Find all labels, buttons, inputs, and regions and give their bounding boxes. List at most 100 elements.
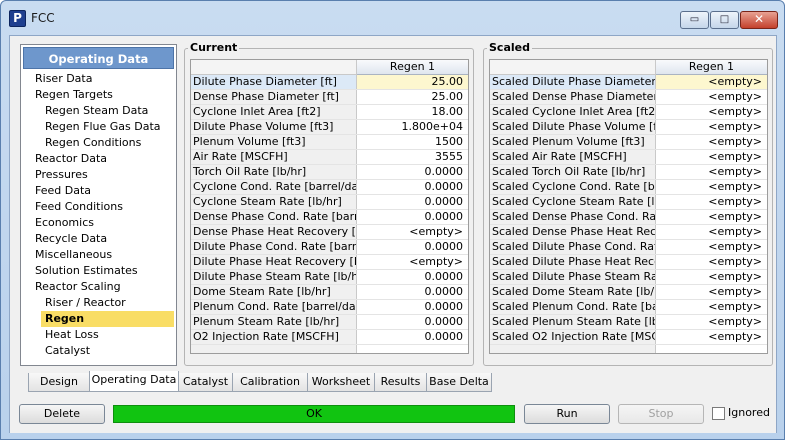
scaled-row-value-cell[interactable]: <empty> (656, 300, 767, 314)
tab-operating-data[interactable]: Operating Data (89, 371, 179, 392)
scaled-row-label: Scaled Dilute Phase Diameter [ft] (490, 75, 656, 89)
current-row-value-cell[interactable]: 1.800e+04 (357, 120, 468, 134)
scaled-row-label: Scaled Dense Phase Cond. Rate [barrel/da… (490, 210, 656, 224)
run-button[interactable]: Run (524, 404, 610, 424)
current-row-value-cell[interactable]: 25.00 (357, 75, 468, 89)
delete-button[interactable]: Delete (19, 404, 105, 424)
current-row-value-cell[interactable]: 0.0000 (357, 210, 468, 224)
close-button[interactable]: ✕ (740, 11, 778, 29)
current-row: Dilute Phase Heat Recovery [MMBtu/hr]<em… (191, 255, 468, 270)
nav-item-miscellaneous[interactable]: Miscellaneous (31, 247, 176, 263)
grid-filler-label (191, 345, 357, 353)
current-row-value-cell[interactable]: 0.0000 (357, 300, 468, 314)
current-row-value-cell[interactable]: <empty> (357, 225, 468, 239)
scaled-row-value-cell[interactable]: <empty> (656, 90, 767, 104)
scaled-row-value-cell[interactable]: <empty> (656, 105, 767, 119)
current-row-value-cell[interactable]: 1500 (357, 135, 468, 149)
scaled-row-value-cell[interactable]: <empty> (656, 180, 767, 194)
tab-worksheet[interactable]: Worksheet (307, 373, 375, 392)
current-row-value-cell[interactable]: 0.0000 (357, 180, 468, 194)
nav-item-reactor-scaling[interactable]: Reactor Scaling (31, 279, 176, 295)
minimize-button[interactable]: ▭ (680, 11, 709, 29)
scaled-row-value-cell[interactable]: <empty> (656, 315, 767, 329)
current-row: Plenum Volume [ft3] 1500 (191, 135, 468, 150)
scaled-row: Scaled Dense Phase Cond. Rate [barrel/da… (490, 210, 767, 225)
current-row-label: Cyclone Inlet Area [ft2] (191, 105, 357, 119)
current-row-value-cell[interactable]: <empty> (357, 255, 468, 269)
current-row-value-cell[interactable]: 0.0000 (357, 240, 468, 254)
scaled-row-label: Scaled Dome Steam Rate [lb/hr] (490, 285, 656, 299)
tab-calibration[interactable]: Calibration (232, 373, 308, 392)
nav-item-regen[interactable]: Regen (41, 311, 174, 327)
nav-item-regen-targets[interactable]: Regen Targets (31, 87, 176, 103)
current-row: Cyclone Cond. Rate [barrel/day] 0.0000 (191, 180, 468, 195)
scaled-row-label: Scaled O2 Injection Rate [MSCFH] (490, 330, 656, 344)
scaled-row-value-cell[interactable]: <empty> (656, 240, 767, 254)
scaled-row-value-cell[interactable]: <empty> (656, 120, 767, 134)
current-row-value-cell[interactable]: 0.0000 (357, 315, 468, 329)
nav-item-reactor-data[interactable]: Reactor Data (31, 151, 176, 167)
scaled-row-label: Scaled Plenum Volume [ft3] (490, 135, 656, 149)
scaled-row-label: Scaled Dilute Phase Steam Rate [lb/hr] (490, 270, 656, 284)
scaled-row-value-cell[interactable]: <empty> (656, 330, 767, 344)
current-row: Cyclone Steam Rate [lb/hr] 0.0000 (191, 195, 468, 210)
current-row: Torch Oil Rate [lb/hr] 0.0000 (191, 165, 468, 180)
scaled-row-value-cell[interactable]: <empty> (656, 225, 767, 239)
scaled-row-label: Scaled Dense Phase Heat Recovery [MMBtu/… (490, 225, 656, 239)
nav-item-feed-conditions[interactable]: Feed Conditions (31, 199, 176, 215)
scaled-row: Scaled Cyclone Steam Rate [lb/hr]<empty> (490, 195, 767, 210)
current-row-value-cell[interactable]: 25.00 (357, 90, 468, 104)
scaled-row-value-cell[interactable]: <empty> (656, 165, 767, 179)
stop-button[interactable]: Stop (618, 404, 704, 424)
ignored-checkbox[interactable] (712, 407, 725, 420)
current-row-value-cell[interactable]: 0.0000 (357, 330, 468, 344)
nav-item-feed-data[interactable]: Feed Data (31, 183, 176, 199)
nav-item-pressures[interactable]: Pressures (31, 167, 176, 183)
nav-item-economics[interactable]: Economics (31, 215, 176, 231)
nav-item-riser-reactor[interactable]: Riser / Reactor (41, 295, 176, 311)
tab-base-delta[interactable]: Base Delta (426, 373, 492, 392)
scaled-row: Scaled Plenum Volume [ft3] <empty> (490, 135, 767, 150)
scaled-row-value-cell[interactable]: <empty> (656, 195, 767, 209)
current-row-value-cell[interactable]: 18.00 (357, 105, 468, 119)
scaled-column-header[interactable]: Regen 1 (656, 60, 767, 75)
nav-item-heat-loss[interactable]: Heat Loss (41, 327, 176, 343)
scaled-row-value-cell[interactable]: <empty> (656, 75, 767, 89)
status-bar: OK (113, 405, 515, 423)
scaled-row-value-cell[interactable]: <empty> (656, 255, 767, 269)
current-row-value-cell[interactable]: 0.0000 (357, 195, 468, 209)
nav-item-regen-conditions[interactable]: Regen Conditions (41, 135, 176, 151)
maximize-icon: □ (719, 14, 730, 25)
current-column-header[interactable]: Regen 1 (357, 60, 468, 75)
current-row: Dilute Phase Steam Rate [lb/hr] 0.0000 (191, 270, 468, 285)
current-row-label: O2 Injection Rate [MSCFH] (191, 330, 357, 344)
tab-catalyst[interactable]: Catalyst (178, 373, 233, 392)
scaled-row-value-cell[interactable]: <empty> (656, 270, 767, 284)
tab-design[interactable]: Design (28, 373, 90, 392)
grid-filler-label (490, 345, 656, 353)
current-row-value-cell[interactable]: 0.0000 (357, 270, 468, 284)
tab-results[interactable]: Results (374, 373, 427, 392)
window-title: FCC (31, 11, 55, 25)
scaled-row-value-cell[interactable]: <empty> (656, 210, 767, 224)
current-row-value-cell[interactable]: 3555 (357, 150, 468, 164)
nav-item-solution-estimates[interactable]: Solution Estimates (31, 263, 176, 279)
current-row-value-cell[interactable]: 0.0000 (357, 285, 468, 299)
scaled-row-value-cell[interactable]: <empty> (656, 285, 767, 299)
scaled-grid-header: Regen 1 (490, 60, 767, 75)
scaled-row: Scaled Dilute Phase Diameter [ft]<empty> (490, 75, 767, 90)
current-row-value-cell[interactable]: 0.0000 (357, 165, 468, 179)
nav-item-riser-data[interactable]: Riser Data (31, 71, 176, 87)
scaled-row-label: Scaled Dilute Phase Cond. Rate [barrel/d… (490, 240, 656, 254)
nav-item-catalyst[interactable]: Catalyst (41, 343, 176, 359)
scaled-row: Scaled Plenum Steam Rate [lb/hr]<empty> (490, 315, 767, 330)
current-rows: Dilute Phase Diameter [ft] 25.00 Dense Pha… (191, 75, 468, 353)
title-bar[interactable]: P FCC ▭ □ ✕ (1, 1, 784, 35)
nav-item-regen-steam-data[interactable]: Regen Steam Data (41, 103, 176, 119)
nav-item-recycle-data[interactable]: Recycle Data (31, 231, 176, 247)
current-row-label: Dilute Phase Volume [ft3] (191, 120, 357, 134)
scaled-row-value-cell[interactable]: <empty> (656, 135, 767, 149)
maximize-button[interactable]: □ (710, 11, 739, 29)
scaled-row-value-cell[interactable]: <empty> (656, 150, 767, 164)
nav-item-regen-flue-gas-data[interactable]: Regen Flue Gas Data (41, 119, 176, 135)
